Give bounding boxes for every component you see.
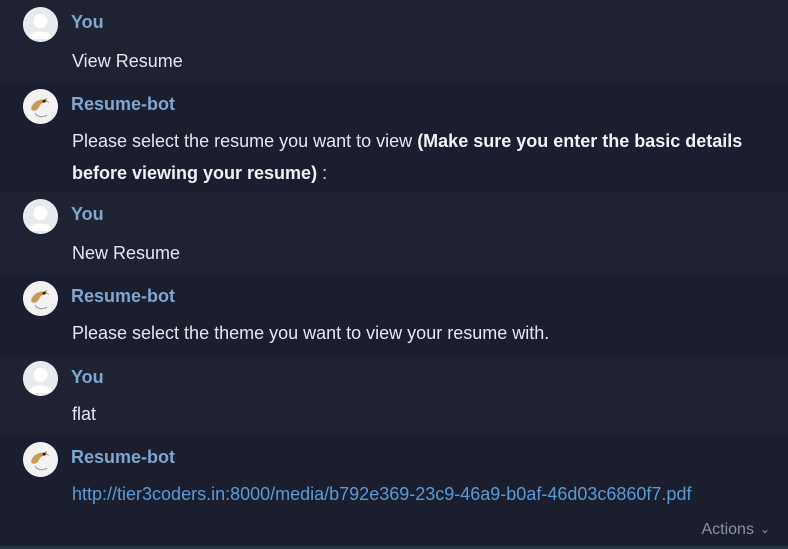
chevron-down-icon: ⌄ (759, 522, 770, 536)
actions-dropdown[interactable]: Actions ⌄ (701, 521, 770, 539)
message-text-bold: (Make sure you enter the basic details (417, 131, 743, 151)
message-text: flat (72, 404, 97, 424)
user-silhouette-icon (23, 199, 58, 234)
message-bot-1: Resume-bot Please select the resume you … (0, 82, 788, 192)
message-text-tail: : (317, 163, 328, 183)
message-you-1: You View Resume (0, 0, 788, 82)
bot-bird-icon (23, 442, 58, 477)
message-author[interactable]: Resume-bot (71, 286, 175, 307)
message-author[interactable]: Resume-bot (71, 447, 175, 468)
message-you-2: You New Resume (0, 192, 788, 274)
user-silhouette-icon (23, 7, 58, 42)
resume-pdf-link[interactable]: http://tier3coders.in:8000/media/b792e36… (72, 478, 691, 510)
message-text: View Resume (72, 51, 183, 71)
bot-avatar (23, 442, 58, 477)
bot-bird-icon (23, 89, 58, 124)
message-author[interactable]: Resume-bot (71, 94, 175, 115)
message-text-bold-2: before viewing your resume) (72, 163, 318, 183)
message-author[interactable]: You (71, 367, 104, 388)
actions-label: Actions (701, 521, 754, 538)
message-author[interactable]: You (71, 12, 104, 33)
message-author[interactable]: You (71, 204, 104, 225)
message-you-3: You flat (0, 356, 788, 436)
message-bot-2: Resume-bot Please select the theme you w… (0, 274, 788, 356)
user-avatar (23, 361, 58, 396)
message-text: Please select the resume you want to vie… (72, 125, 742, 157)
bot-avatar (23, 89, 58, 124)
bot-bird-icon (23, 281, 58, 316)
message-text-line2: before viewing your resume) : (72, 157, 327, 189)
bot-avatar (23, 281, 58, 316)
message-text: Please select the theme you want to view… (72, 323, 550, 343)
message-text-plain: Please select the resume you want to vie… (72, 131, 418, 151)
user-silhouette-icon (23, 361, 58, 396)
user-avatar (23, 199, 58, 234)
user-avatar (23, 7, 58, 42)
message-text: New Resume (72, 243, 181, 263)
message-bot-3: Resume-bot http://tier3coders.in:8000/me… (0, 436, 788, 546)
